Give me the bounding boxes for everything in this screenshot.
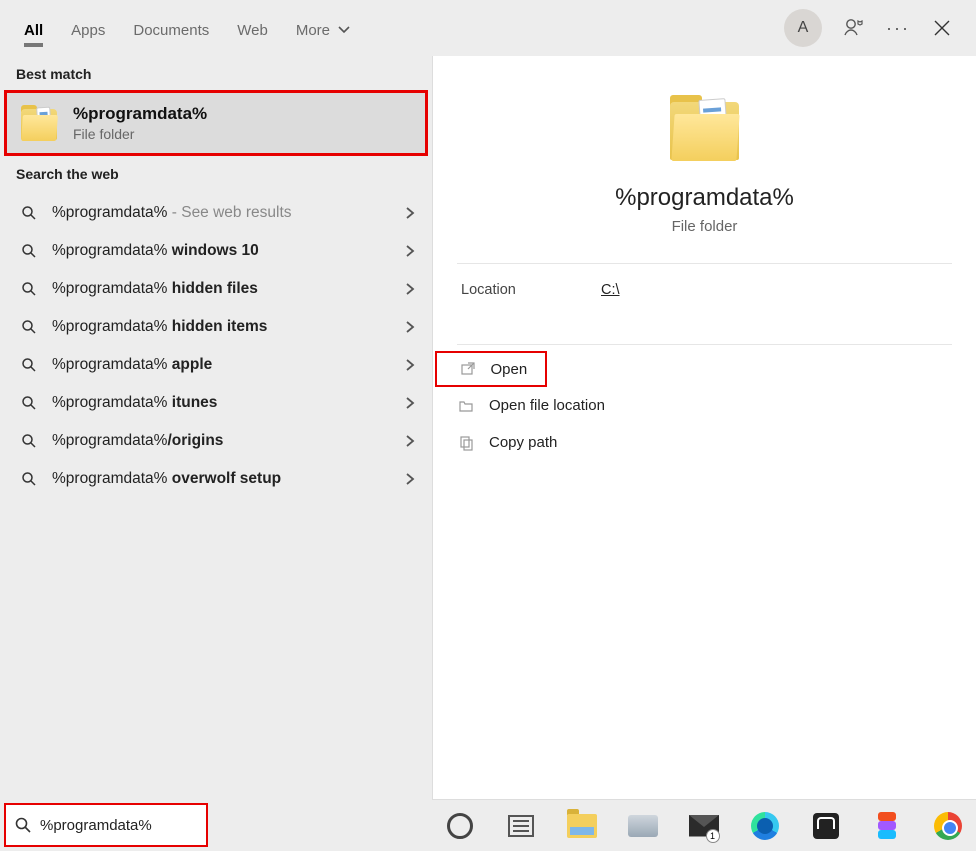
taskbar-figma[interactable] — [868, 805, 907, 847]
location-link[interactable]: C:\ — [601, 282, 620, 298]
chevron-down-icon — [338, 25, 350, 35]
chevron-right-icon — [404, 434, 416, 448]
preview-subtitle: File folder — [433, 218, 976, 235]
preview-panel: %programdata% File folder Location C:\ O… — [432, 56, 976, 799]
best-match-result[interactable]: %programdata% File folder — [4, 90, 428, 156]
tab-more-label: More — [296, 22, 330, 39]
taskbar: 1 — [432, 799, 976, 851]
action-open[interactable]: Open — [435, 351, 547, 387]
chevron-right-icon — [404, 206, 416, 220]
search-input-value: %programdata% — [40, 817, 152, 834]
more-options-icon[interactable]: ··· — [886, 16, 910, 40]
web-result-3[interactable]: %programdata% hidden items — [0, 308, 432, 346]
taskbar-mail[interactable]: 1 — [684, 805, 723, 847]
user-avatar[interactable]: A — [784, 9, 822, 47]
search-icon — [18, 243, 40, 259]
chevron-right-icon — [404, 282, 416, 296]
web-result-text: %programdata% windows 10 — [52, 242, 404, 260]
web-result-6[interactable]: %programdata%/origins — [0, 422, 432, 460]
taskbar-file-explorer[interactable] — [562, 805, 601, 847]
web-results-list: %programdata% - See web results %programd… — [0, 190, 432, 502]
location-label: Location — [461, 282, 601, 298]
chrome-icon — [934, 812, 962, 840]
web-result-text: %programdata% itunes — [52, 394, 404, 412]
web-result-text: %programdata% - See web results — [52, 204, 404, 222]
taskbar-store[interactable] — [807, 805, 846, 847]
search-icon — [18, 395, 40, 411]
web-result-2[interactable]: %programdata% hidden files — [0, 270, 432, 308]
search-icon — [18, 205, 40, 221]
search-icon — [18, 471, 40, 487]
preview-title: %programdata% — [433, 184, 976, 212]
figma-icon — [878, 812, 896, 840]
action-open-label: Open — [491, 361, 528, 378]
copy-icon — [453, 435, 479, 451]
best-match-title: %programdata% — [73, 104, 207, 124]
file-explorer-icon — [567, 814, 597, 838]
best-match-text: %programdata% File folder — [73, 104, 207, 142]
taskbar-task-view[interactable] — [501, 805, 540, 847]
tab-documents[interactable]: Documents — [119, 4, 223, 53]
section-search-web-label: Search the web — [0, 156, 432, 190]
web-result-1[interactable]: %programdata% windows 10 — [0, 232, 432, 270]
search-icon — [18, 319, 40, 335]
search-icon — [18, 281, 40, 297]
search-icon — [18, 433, 40, 449]
chevron-right-icon — [404, 396, 416, 410]
chevron-right-icon — [404, 358, 416, 372]
folder-icon — [668, 92, 742, 166]
chevron-right-icon — [404, 244, 416, 258]
web-result-7[interactable]: %programdata% overwolf setup — [0, 460, 432, 498]
store-icon — [813, 813, 839, 839]
taskbar-cortana[interactable] — [440, 805, 479, 847]
action-open-location-label: Open file location — [489, 397, 605, 414]
task-view-icon — [508, 815, 534, 837]
filter-tabs: All Apps Documents Web More — [10, 4, 364, 53]
search-body: Best match %programdata% File folder Sea… — [0, 56, 976, 799]
open-icon — [455, 361, 481, 377]
folder-outline-icon — [453, 398, 479, 414]
tab-all[interactable]: All — [10, 4, 57, 53]
chevron-right-icon — [404, 320, 416, 334]
web-result-text: %programdata% apple — [52, 356, 404, 374]
header-actions: A ··· — [784, 9, 966, 47]
best-match-subtitle: File folder — [73, 126, 207, 142]
action-copy-path-label: Copy path — [489, 434, 557, 451]
folder-icon — [19, 103, 59, 143]
action-open-file-location[interactable]: Open file location — [433, 387, 976, 424]
feedback-icon[interactable] — [842, 16, 866, 40]
search-header: All Apps Documents Web More A ··· — [0, 0, 976, 56]
taskbar-edge[interactable] — [746, 805, 785, 847]
web-result-text: %programdata%/origins — [52, 432, 404, 450]
web-result-text: %programdata% hidden items — [52, 318, 404, 336]
web-result-5[interactable]: %programdata% itunes — [0, 384, 432, 422]
location-row: Location C:\ — [433, 264, 976, 316]
web-result-text: %programdata% overwolf setup — [52, 470, 404, 488]
mail-badge: 1 — [706, 829, 720, 843]
cortana-icon — [447, 813, 473, 839]
chevron-right-icon — [404, 472, 416, 486]
search-input-box[interactable]: %programdata% — [4, 803, 208, 847]
keyboard-icon — [628, 815, 658, 837]
web-result-4[interactable]: %programdata% apple — [0, 346, 432, 384]
taskbar-chrome[interactable] — [929, 805, 968, 847]
search-icon — [14, 816, 32, 834]
preview-actions: Open Open file location Copy path — [433, 345, 976, 467]
tab-web[interactable]: Web — [223, 4, 282, 53]
edge-icon — [751, 812, 779, 840]
action-copy-path[interactable]: Copy path — [433, 424, 976, 461]
web-result-text: %programdata% hidden files — [52, 280, 404, 298]
tab-more[interactable]: More — [282, 4, 364, 53]
section-best-match-label: Best match — [0, 56, 432, 90]
taskbar-keyboard[interactable] — [623, 805, 662, 847]
close-button[interactable] — [930, 16, 954, 40]
web-result-0[interactable]: %programdata% - See web results — [0, 194, 432, 232]
tab-apps[interactable]: Apps — [57, 4, 119, 53]
results-panel: Best match %programdata% File folder Sea… — [0, 56, 432, 799]
search-icon — [18, 357, 40, 373]
